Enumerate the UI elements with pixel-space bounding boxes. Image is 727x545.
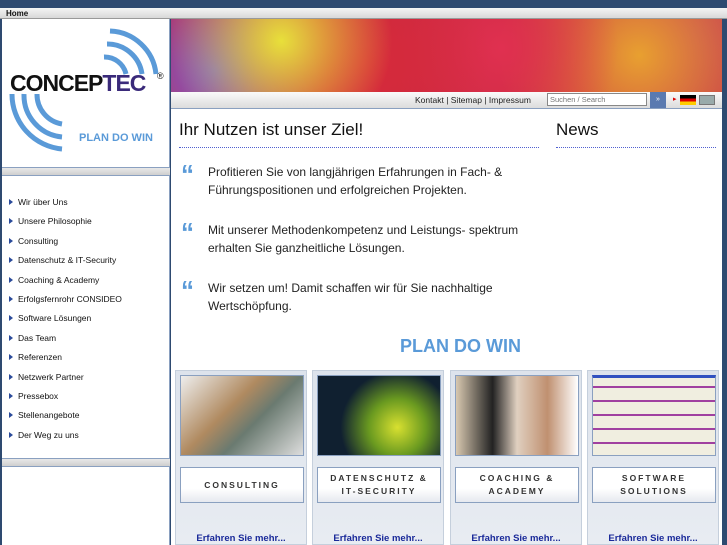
sidebar: CONCEPTEC ® PLAN DO WIN Wir über Uns Unse… bbox=[2, 19, 170, 545]
nav-item[interactable]: Erfolgsfernrohr CONSIDEO bbox=[2, 290, 170, 309]
nav-item[interactable]: Datenschutz & IT-Security bbox=[2, 251, 170, 270]
search-input[interactable] bbox=[547, 93, 647, 106]
card-label[interactable]: DATENSCHUTZ & IT-SECURITY bbox=[317, 467, 441, 503]
logo-waves-icon: CONCEPTEC ® PLAN DO WIN bbox=[9, 28, 164, 152]
quote-icon: “ bbox=[181, 159, 194, 189]
main-content: Ihr Nutzen ist unser Ziel! News “Profiti… bbox=[171, 109, 722, 545]
learn-more-link[interactable]: Erfahren Sie mehr... bbox=[176, 533, 306, 544]
learn-more-link[interactable]: Erfahren Sie mehr... bbox=[588, 533, 718, 544]
card-label[interactable]: CONSULTING bbox=[180, 467, 304, 503]
nav-menu: Wir über Uns Unsere Philosophie Consulting… bbox=[2, 193, 170, 445]
divider bbox=[2, 458, 170, 467]
software-image bbox=[592, 375, 716, 456]
svg-text:®: ® bbox=[157, 71, 164, 81]
claim-2: “Mit unserer Methodenkompetenz und Leist… bbox=[181, 217, 519, 255]
header-banner-image bbox=[171, 19, 722, 92]
page-title: Ihr Nutzen ist unser Ziel! bbox=[179, 120, 364, 139]
search-button[interactable]: » bbox=[650, 92, 666, 108]
divider bbox=[179, 147, 539, 148]
german-flag-icon[interactable] bbox=[679, 95, 696, 105]
home-link[interactable]: Home bbox=[6, 9, 28, 18]
claim-1: “Profitieren Sie von langjährigen Erfahr… bbox=[181, 159, 503, 197]
arrow-icon: ▸ bbox=[673, 96, 677, 103]
coaching-image bbox=[455, 375, 579, 456]
card-consulting[interactable]: CONSULTING Erfahren Sie mehr... bbox=[175, 370, 307, 545]
separator: | bbox=[443, 95, 451, 105]
divider bbox=[556, 147, 716, 148]
nav-item[interactable]: Referenzen bbox=[2, 348, 170, 367]
card-software[interactable]: SOFTWARE SOLUTIONS Erfahren Sie mehr... bbox=[587, 370, 719, 545]
frame-border bbox=[722, 19, 727, 545]
svg-text:CONCEPTEC: CONCEPTEC bbox=[10, 70, 146, 96]
nav-item[interactable]: Das Team bbox=[2, 329, 170, 348]
quote-icon: “ bbox=[181, 217, 194, 247]
consulting-image bbox=[180, 375, 304, 456]
card-datenschutz[interactable]: DATENSCHUTZ & IT-SECURITY Erfahren Sie m… bbox=[312, 370, 444, 545]
link-bar: Kontakt | Sitemap | Impressum » ▸ bbox=[171, 92, 722, 109]
nav-item[interactable]: Coaching & Academy bbox=[2, 271, 170, 290]
claim-3: “Wir setzen um! Damit schaffen wir für S… bbox=[181, 275, 493, 313]
card-coaching[interactable]: COACHING & ACADEMY Erfahren Sie mehr... bbox=[450, 370, 582, 545]
divider bbox=[2, 167, 170, 176]
nav-item[interactable]: Wir über Uns bbox=[2, 193, 170, 212]
nav-item[interactable]: Unsere Philosophie bbox=[2, 212, 170, 231]
nav-item[interactable]: Stellenangebote bbox=[2, 406, 170, 425]
english-flag-icon[interactable] bbox=[698, 95, 715, 105]
svg-text:PLAN DO WIN: PLAN DO WIN bbox=[79, 132, 153, 144]
separator: | bbox=[481, 95, 489, 105]
security-image bbox=[317, 375, 441, 456]
learn-more-link[interactable]: Erfahren Sie mehr... bbox=[451, 533, 581, 544]
nav-item[interactable]: Pressebox bbox=[2, 387, 170, 406]
logo[interactable]: CONCEPTEC ® PLAN DO WIN bbox=[2, 19, 170, 167]
sitemap-link[interactable]: Sitemap bbox=[451, 95, 482, 105]
learn-more-link[interactable]: Erfahren Sie mehr... bbox=[313, 533, 443, 544]
nav-item[interactable]: Netzwerk Partner bbox=[2, 368, 170, 387]
top-bar: Home bbox=[0, 8, 727, 19]
card-label[interactable]: SOFTWARE SOLUTIONS bbox=[592, 467, 716, 503]
impressum-link[interactable]: Impressum bbox=[489, 95, 531, 105]
nav-item[interactable]: Der Weg zu uns bbox=[2, 426, 170, 445]
card-label[interactable]: COACHING & ACADEMY bbox=[455, 467, 579, 503]
news-title: News bbox=[556, 120, 599, 139]
nav-item[interactable]: Software Lösungen bbox=[2, 309, 170, 328]
quote-icon: “ bbox=[181, 275, 194, 305]
slogan: PLAN DO WIN bbox=[400, 336, 521, 356]
nav-item[interactable]: Consulting bbox=[2, 232, 170, 251]
kontakt-link[interactable]: Kontakt bbox=[415, 95, 444, 105]
